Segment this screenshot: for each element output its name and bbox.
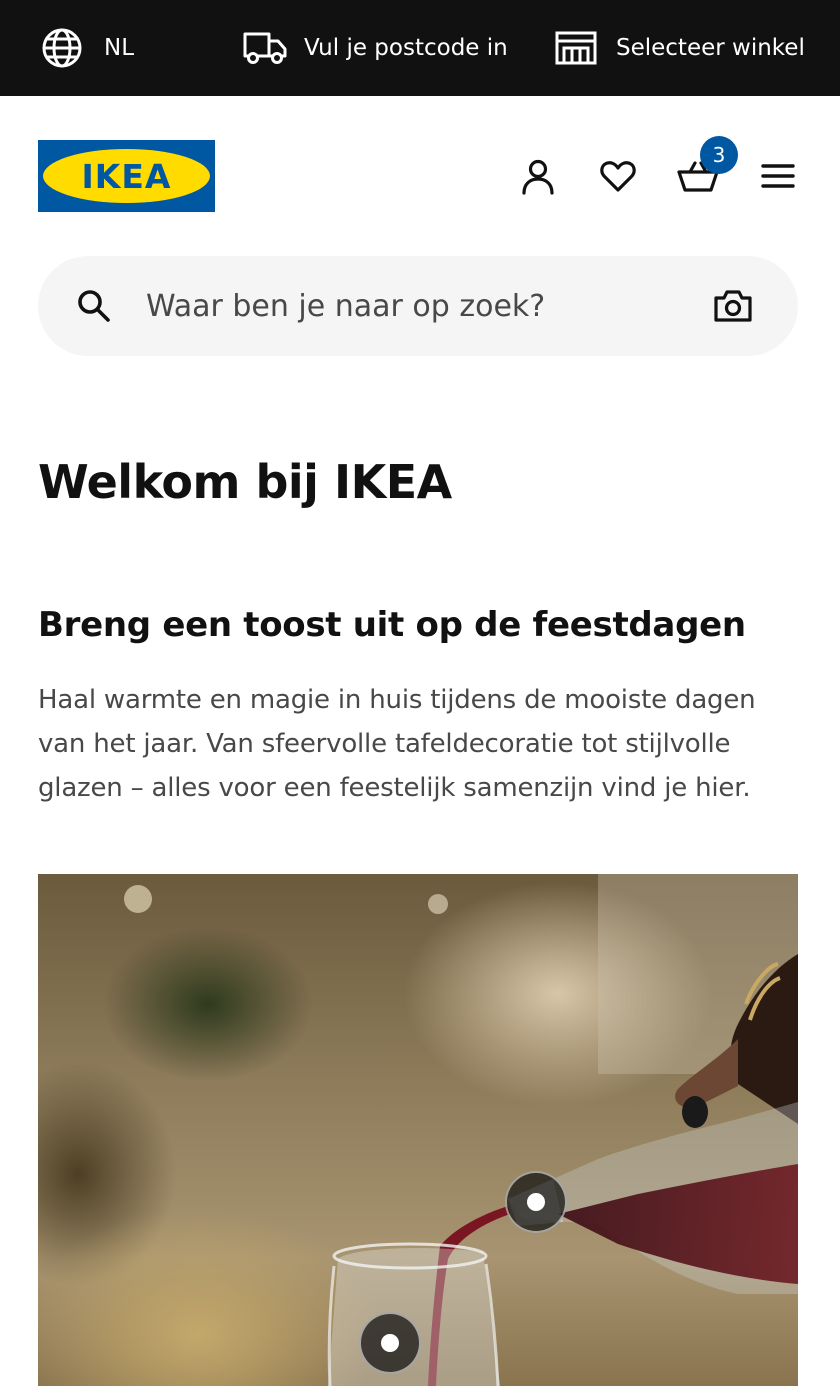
account-button[interactable] [512,150,564,202]
hamburger-menu-icon [761,164,795,188]
store-label: Selecteer winkel [616,35,805,61]
delivery-truck-icon [243,32,287,64]
hotspot-dot [527,1193,545,1211]
promo-hero-image[interactable] [38,874,798,1386]
select-store-button[interactable]: Selecteer winkel [554,0,805,96]
logo-text: IKEA [81,156,172,196]
globe-icon [42,28,82,68]
promo-description: Haal warmte en magie in huis tijdens de … [38,685,756,803]
account-icon [522,159,554,195]
store-icon [555,31,597,65]
language-selector[interactable]: NL [40,0,134,96]
product-hotspot[interactable] [505,1171,567,1233]
camera-icon [714,290,752,322]
ikea-logo[interactable]: IKEA [38,140,215,212]
search-bar[interactable] [38,256,798,356]
postcode-label: Vul je postcode in [304,35,508,61]
promo-title: Breng een toost uit op de feestdagen [38,605,746,645]
product-hotspot[interactable] [359,1312,421,1374]
menu-button[interactable] [752,150,804,202]
favorites-button[interactable] [592,150,644,202]
visual-search-button[interactable] [708,284,758,328]
top-utility-bar: NL Vul je postcode in Selecteer winkel [0,0,840,96]
wine-pouring-illustration [124,874,798,1386]
search-icon [78,290,110,322]
hotspot-dot [381,1334,399,1352]
postcode-button[interactable]: Vul je postcode in [242,0,508,96]
cart-count-badge: 3 [700,136,738,174]
language-label: NL [104,35,135,61]
heart-icon [600,161,636,192]
search-input[interactable] [146,276,686,336]
page-title: Welkom bij IKEA [38,455,452,509]
